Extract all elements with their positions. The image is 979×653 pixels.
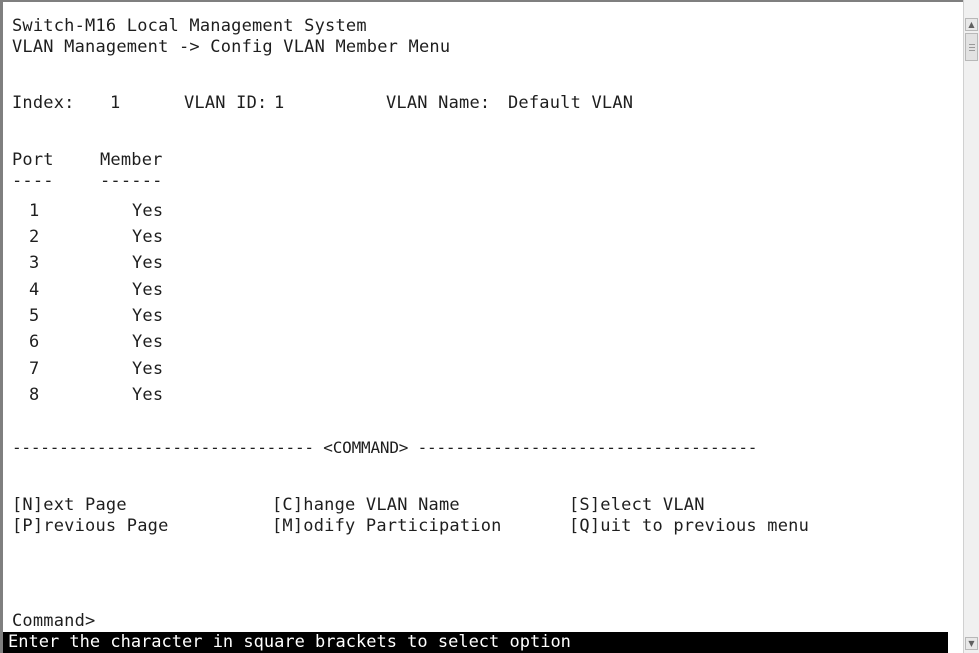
scroll-up-arrow-icon[interactable]: ▲ [965, 18, 978, 31]
scrollbar-thumb[interactable] [965, 33, 978, 61]
index-value: 1 [110, 93, 121, 113]
port-cell: 6 [29, 332, 40, 352]
command-divider: -------------------------------- <COMMAN… [12, 438, 758, 457]
vlan-id-value: 1 [274, 93, 285, 113]
modify-participation-command: [M]odify Participation [272, 516, 502, 536]
select-vlan-command: [S]elect VLAN [569, 495, 705, 515]
member-cell: Yes [132, 280, 164, 300]
vertical-scrollbar[interactable]: ▲ ▼ [963, 0, 979, 653]
terminal-window: Switch-M16 Local Management System VLAN … [0, 0, 979, 653]
vlan-id-label: VLAN ID: [184, 93, 268, 113]
port-cell: 2 [29, 227, 40, 247]
port-cell: 7 [29, 359, 40, 379]
command-prompt[interactable]: Command> [12, 611, 95, 631]
col-member-header: Member [100, 150, 163, 170]
member-cell: Yes [132, 253, 164, 273]
port-cell: 8 [29, 385, 40, 405]
quit-command: [Q]uit to previous menu [569, 516, 810, 536]
next-page-command: [N]ext Page [12, 495, 127, 515]
status-bar-text: Enter the character in square brackets t… [8, 632, 571, 652]
col-port-header: Port [12, 150, 54, 170]
member-cell: Yes [132, 332, 164, 352]
member-cell: Yes [132, 227, 164, 247]
member-cell: Yes [132, 385, 164, 405]
vlan-name-label: VLAN Name: [386, 93, 491, 113]
status-bar: Enter the character in square brackets t… [3, 632, 948, 653]
port-cell: 1 [29, 201, 40, 221]
change-vlan-name-command: [C]hange VLAN Name [272, 495, 460, 515]
port-cell: 3 [29, 253, 40, 273]
member-cell: Yes [132, 306, 164, 326]
member-cell: Yes [132, 359, 164, 379]
system-title: Switch-M16 Local Management System [12, 16, 367, 36]
col-port-separator: ---- [12, 171, 54, 191]
member-cell: Yes [132, 201, 164, 221]
vlan-name-value: Default VLAN [508, 93, 634, 113]
index-label: Index: [12, 93, 75, 113]
port-cell: 5 [29, 306, 40, 326]
previous-page-command: [P]revious Page [12, 516, 169, 536]
port-cell: 4 [29, 280, 40, 300]
breadcrumb: VLAN Management -> Config VLAN Member Me… [12, 37, 451, 57]
scroll-down-arrow-icon[interactable]: ▼ [965, 637, 978, 650]
col-member-separator: ------ [100, 171, 163, 191]
